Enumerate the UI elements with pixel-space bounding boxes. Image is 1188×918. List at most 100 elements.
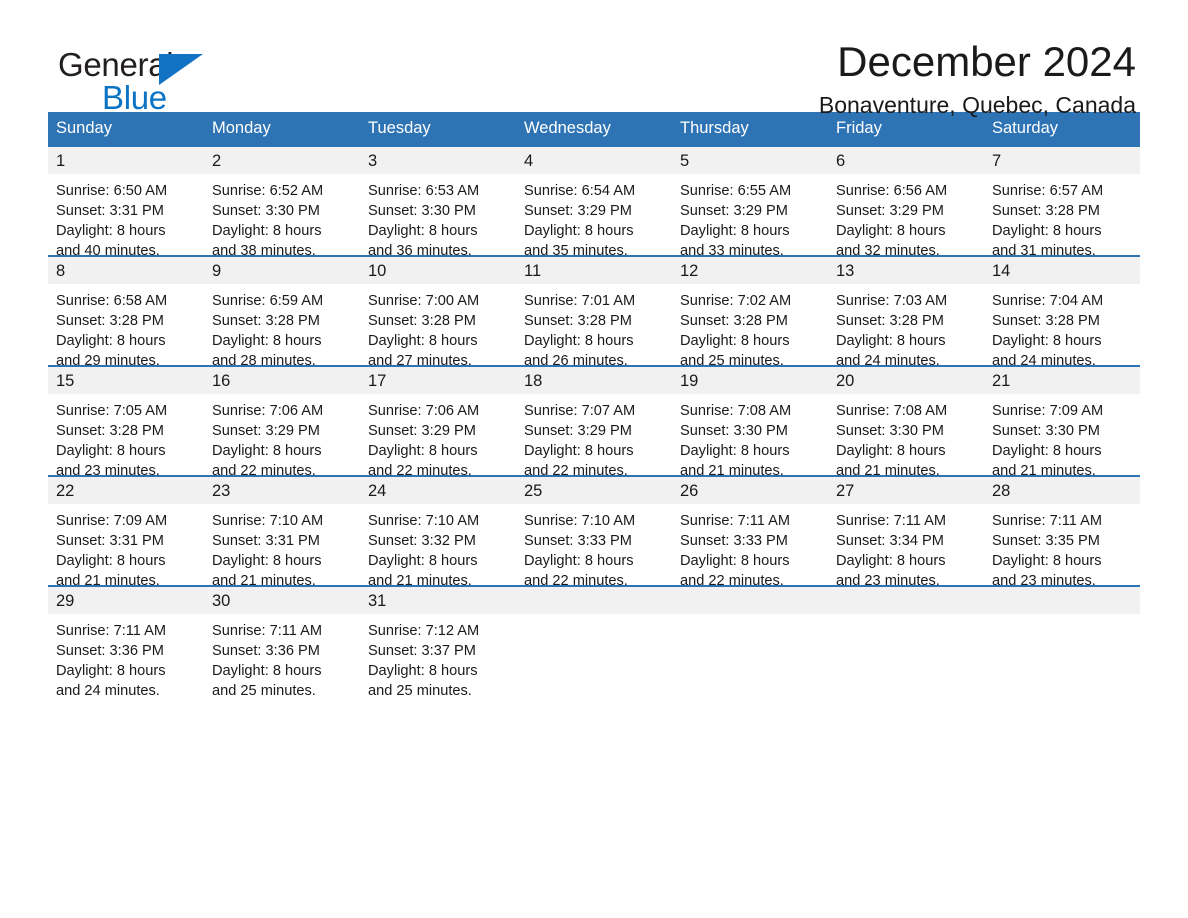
sunset-text: Sunset: 3:29 PM bbox=[680, 203, 788, 220]
calendar-day-cell[interactable]: 27 Sunrise: 7:11 AM Sunset: 3:34 PM Dayl… bbox=[828, 475, 984, 589]
sunrise-text: Sunrise: 7:11 AM bbox=[56, 623, 167, 640]
generalblue-logo[interactable]: General Blue bbox=[58, 48, 278, 120]
sunrise-text: Sunrise: 6:55 AM bbox=[680, 183, 792, 200]
day-number: 10 bbox=[360, 257, 516, 285]
daylight-text-line1: Daylight: 8 hours bbox=[56, 553, 166, 570]
day-details bbox=[984, 614, 1140, 695]
calendar-day-cell[interactable]: 7 Sunrise: 6:57 AM Sunset: 3:28 PM Dayli… bbox=[984, 145, 1140, 259]
sunrise-text: Sunrise: 6:54 AM bbox=[524, 183, 636, 200]
sunrise-text: Sunrise: 7:11 AM bbox=[212, 623, 323, 640]
sunrise-text: Sunrise: 7:02 AM bbox=[680, 293, 792, 310]
calendar-day-cell[interactable]: 24 Sunrise: 7:10 AM Sunset: 3:32 PM Dayl… bbox=[360, 475, 516, 589]
sunset-text: Sunset: 3:31 PM bbox=[56, 533, 164, 550]
daylight-text-line1: Daylight: 8 hours bbox=[680, 333, 790, 350]
sunset-text: Sunset: 3:29 PM bbox=[524, 203, 632, 220]
sunset-text: Sunset: 3:28 PM bbox=[212, 313, 320, 330]
day-number: 8 bbox=[48, 257, 204, 285]
day-details: Sunrise: 7:12 AM Sunset: 3:37 PM Dayligh… bbox=[360, 614, 516, 699]
day-details: Sunrise: 7:06 AM Sunset: 3:29 PM Dayligh… bbox=[204, 394, 360, 479]
calendar-day-cell[interactable]: 23 Sunrise: 7:10 AM Sunset: 3:31 PM Dayl… bbox=[204, 475, 360, 589]
daylight-text-line1: Daylight: 8 hours bbox=[212, 333, 322, 350]
calendar-day-cell[interactable]: 19 Sunrise: 7:08 AM Sunset: 3:30 PM Dayl… bbox=[672, 365, 828, 479]
calendar-day-cell[interactable]: 29 Sunrise: 7:11 AM Sunset: 3:36 PM Dayl… bbox=[48, 585, 204, 699]
day-details: Sunrise: 7:09 AM Sunset: 3:30 PM Dayligh… bbox=[984, 394, 1140, 479]
calendar-day-cell[interactable]: 14 Sunrise: 7:04 AM Sunset: 3:28 PM Dayl… bbox=[984, 255, 1140, 369]
calendar-day-cell[interactable]: 9 Sunrise: 6:59 AM Sunset: 3:28 PM Dayli… bbox=[204, 255, 360, 369]
sunrise-text: Sunrise: 7:06 AM bbox=[368, 403, 480, 420]
daylight-text-line1: Daylight: 8 hours bbox=[992, 443, 1102, 460]
calendar-week-row: 8 Sunrise: 6:58 AM Sunset: 3:28 PM Dayli… bbox=[48, 255, 1140, 369]
day-details: Sunrise: 7:11 AM Sunset: 3:33 PM Dayligh… bbox=[672, 504, 828, 589]
calendar-day-cell[interactable]: 4 Sunrise: 6:54 AM Sunset: 3:29 PM Dayli… bbox=[516, 145, 672, 259]
calendar-day-cell[interactable]: 22 Sunrise: 7:09 AM Sunset: 3:31 PM Dayl… bbox=[48, 475, 204, 589]
calendar-week-row: 1 Sunrise: 6:50 AM Sunset: 3:31 PM Dayli… bbox=[48, 145, 1140, 259]
calendar-day-cell[interactable]: 3 Sunrise: 6:53 AM Sunset: 3:30 PM Dayli… bbox=[360, 145, 516, 259]
calendar-day-cell[interactable]: 18 Sunrise: 7:07 AM Sunset: 3:29 PM Dayl… bbox=[516, 365, 672, 479]
day-number: 21 bbox=[984, 367, 1140, 395]
sunrise-text: Sunrise: 7:06 AM bbox=[212, 403, 324, 420]
calendar-day-cell[interactable]: 20 Sunrise: 7:08 AM Sunset: 3:30 PM Dayl… bbox=[828, 365, 984, 479]
day-number: 4 bbox=[516, 147, 672, 175]
day-details: Sunrise: 7:03 AM Sunset: 3:28 PM Dayligh… bbox=[828, 284, 984, 369]
calendar-page: General Blue December 2024 Bonaventure, … bbox=[0, 0, 1188, 918]
daylight-text-line1: Daylight: 8 hours bbox=[524, 443, 634, 460]
sunset-text: Sunset: 3:30 PM bbox=[992, 423, 1100, 440]
day-number: 30 bbox=[204, 587, 360, 615]
sunset-text: Sunset: 3:28 PM bbox=[56, 313, 164, 330]
sunrise-text: Sunrise: 6:56 AM bbox=[836, 183, 948, 200]
day-details: Sunrise: 7:10 AM Sunset: 3:33 PM Dayligh… bbox=[516, 504, 672, 589]
calendar-day-cell[interactable]: 11 Sunrise: 7:01 AM Sunset: 3:28 PM Dayl… bbox=[516, 255, 672, 369]
daylight-text-line1: Daylight: 8 hours bbox=[524, 223, 634, 240]
logo-text-general: General bbox=[58, 46, 174, 83]
calendar-day-cell[interactable]: 25 Sunrise: 7:10 AM Sunset: 3:33 PM Dayl… bbox=[516, 475, 672, 589]
day-details: Sunrise: 7:01 AM Sunset: 3:28 PM Dayligh… bbox=[516, 284, 672, 369]
day-details: Sunrise: 6:54 AM Sunset: 3:29 PM Dayligh… bbox=[516, 174, 672, 259]
day-number: 23 bbox=[204, 477, 360, 505]
daylight-text-line1: Daylight: 8 hours bbox=[992, 223, 1102, 240]
day-details: Sunrise: 7:02 AM Sunset: 3:28 PM Dayligh… bbox=[672, 284, 828, 369]
sunset-text: Sunset: 3:28 PM bbox=[992, 313, 1100, 330]
day-number: 5 bbox=[672, 147, 828, 175]
calendar-day-cell[interactable]: 1 Sunrise: 6:50 AM Sunset: 3:31 PM Dayli… bbox=[48, 145, 204, 259]
calendar-day-cell[interactable]: 15 Sunrise: 7:05 AM Sunset: 3:28 PM Dayl… bbox=[48, 365, 204, 479]
calendar-day-cell[interactable]: 28 Sunrise: 7:11 AM Sunset: 3:35 PM Dayl… bbox=[984, 475, 1140, 589]
calendar-day-cell[interactable]: 2 Sunrise: 6:52 AM Sunset: 3:30 PM Dayli… bbox=[204, 145, 360, 259]
calendar-day-cell[interactable]: 8 Sunrise: 6:58 AM Sunset: 3:28 PM Dayli… bbox=[48, 255, 204, 369]
calendar-day-cell[interactable]: 10 Sunrise: 7:00 AM Sunset: 3:28 PM Dayl… bbox=[360, 255, 516, 369]
calendar-day-cell[interactable]: 13 Sunrise: 7:03 AM Sunset: 3:28 PM Dayl… bbox=[828, 255, 984, 369]
day-number: 29 bbox=[48, 587, 204, 615]
calendar-day-cell[interactable]: 6 Sunrise: 6:56 AM Sunset: 3:29 PM Dayli… bbox=[828, 145, 984, 259]
calendar-day-cell[interactable]: 26 Sunrise: 7:11 AM Sunset: 3:33 PM Dayl… bbox=[672, 475, 828, 589]
calendar-day-cell[interactable]: 5 Sunrise: 6:55 AM Sunset: 3:29 PM Dayli… bbox=[672, 145, 828, 259]
daylight-text-line1: Daylight: 8 hours bbox=[836, 333, 946, 350]
sunrise-text: Sunrise: 6:58 AM bbox=[56, 293, 168, 310]
sunset-text: Sunset: 3:28 PM bbox=[992, 203, 1100, 220]
day-number: 3 bbox=[360, 147, 516, 175]
sunrise-text: Sunrise: 7:10 AM bbox=[212, 513, 324, 530]
calendar-day-cell[interactable]: 16 Sunrise: 7:06 AM Sunset: 3:29 PM Dayl… bbox=[204, 365, 360, 479]
day-number: 18 bbox=[516, 367, 672, 395]
daylight-text-line1: Daylight: 8 hours bbox=[992, 333, 1102, 350]
sunset-text: Sunset: 3:36 PM bbox=[56, 643, 164, 660]
daylight-text-line1: Daylight: 8 hours bbox=[212, 223, 322, 240]
calendar-day-cell[interactable]: 21 Sunrise: 7:09 AM Sunset: 3:30 PM Dayl… bbox=[984, 365, 1140, 479]
sunset-text: Sunset: 3:30 PM bbox=[680, 423, 788, 440]
daylight-text-line1: Daylight: 8 hours bbox=[368, 223, 478, 240]
calendar-day-cell-empty bbox=[516, 585, 672, 696]
calendar-day-cell[interactable]: 31 Sunrise: 7:12 AM Sunset: 3:37 PM Dayl… bbox=[360, 585, 516, 699]
calendar-day-cell[interactable]: 17 Sunrise: 7:06 AM Sunset: 3:29 PM Dayl… bbox=[360, 365, 516, 479]
day-number: 24 bbox=[360, 477, 516, 505]
day-details: Sunrise: 7:00 AM Sunset: 3:28 PM Dayligh… bbox=[360, 284, 516, 369]
day-number bbox=[672, 587, 828, 615]
sunrise-text: Sunrise: 7:10 AM bbox=[368, 513, 480, 530]
calendar-day-cell[interactable]: 12 Sunrise: 7:02 AM Sunset: 3:28 PM Dayl… bbox=[672, 255, 828, 369]
sunset-text: Sunset: 3:28 PM bbox=[524, 313, 632, 330]
day-details: Sunrise: 7:07 AM Sunset: 3:29 PM Dayligh… bbox=[516, 394, 672, 479]
daylight-text-line1: Daylight: 8 hours bbox=[368, 443, 478, 460]
day-details: Sunrise: 7:10 AM Sunset: 3:31 PM Dayligh… bbox=[204, 504, 360, 589]
sunset-text: Sunset: 3:31 PM bbox=[56, 203, 164, 220]
calendar-day-cell-empty bbox=[828, 585, 984, 696]
day-details: Sunrise: 7:06 AM Sunset: 3:29 PM Dayligh… bbox=[360, 394, 516, 479]
calendar-day-cell[interactable]: 30 Sunrise: 7:11 AM Sunset: 3:36 PM Dayl… bbox=[204, 585, 360, 699]
daylight-text-line1: Daylight: 8 hours bbox=[212, 443, 322, 460]
